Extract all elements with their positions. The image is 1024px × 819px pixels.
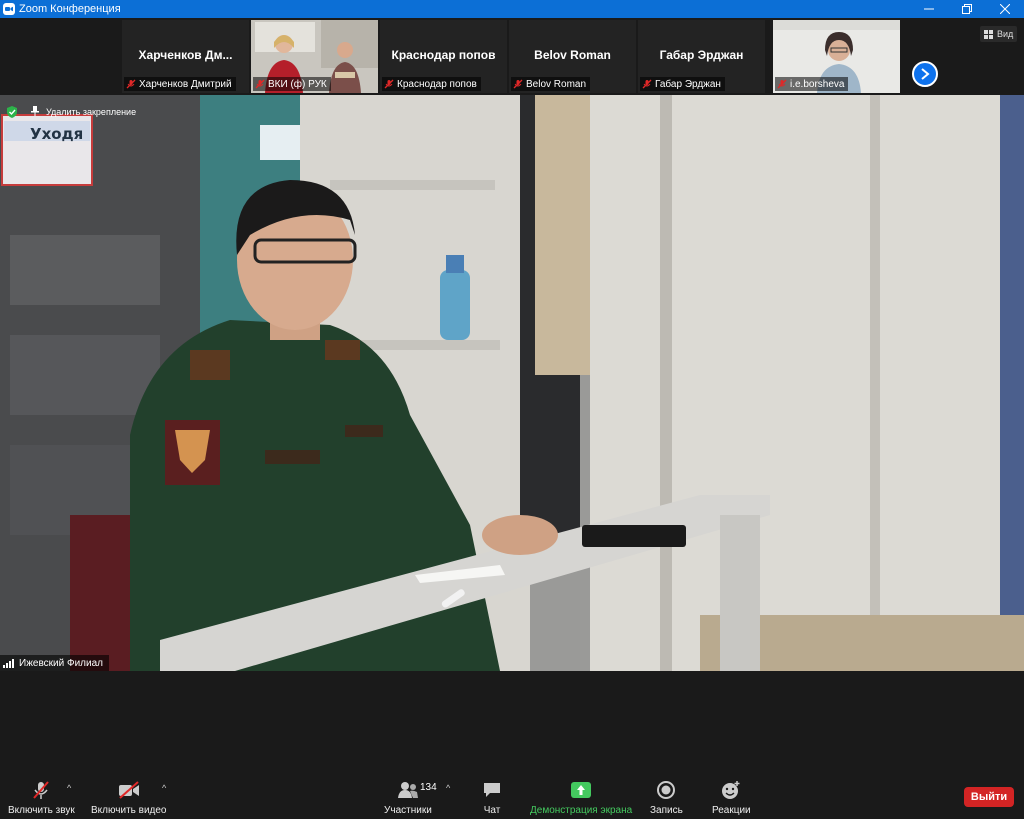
- restore-icon: [962, 4, 972, 14]
- participant-tile[interactable]: ВКИ (ф) РУК: [251, 20, 378, 93]
- audio-options-caret[interactable]: ^: [67, 783, 71, 793]
- speaker-name: Ижевский Филиал: [19, 657, 103, 669]
- participants-strip: Харченков Дм... Харченков Дмитрий ВКИ (ф…: [0, 18, 1024, 95]
- chevron-right-icon: [921, 68, 930, 80]
- record-button[interactable]: Запись: [650, 780, 683, 816]
- window-title-bar: Zoom Конференция: [0, 0, 1024, 18]
- participants-label: Участники: [384, 805, 432, 816]
- zoom-app-icon: [3, 3, 15, 15]
- participant-tile[interactable]: Краснодар попов Краснодар попов: [380, 20, 507, 93]
- muted-mic-icon: [384, 79, 394, 89]
- close-button[interactable]: [986, 0, 1024, 18]
- participant-big-name: Краснодар попов: [391, 48, 496, 62]
- reactions-label: Реакции: [712, 805, 751, 816]
- unpin-control[interactable]: Удалить закрепление: [4, 102, 136, 122]
- view-button[interactable]: Вид: [980, 26, 1018, 42]
- participant-tile[interactable]: Харченков Дм... Харченков Дмитрий: [122, 20, 249, 93]
- participant-label: Габар Эрджан: [655, 78, 721, 90]
- unmute-button[interactable]: Включить звук: [8, 780, 75, 816]
- restore-button[interactable]: [948, 0, 986, 18]
- chat-icon: [484, 783, 500, 797]
- participant-big-name: Belov Roman: [534, 48, 611, 62]
- shield-icon: [4, 104, 20, 120]
- share-screen-icon: [571, 782, 592, 798]
- close-icon: [1000, 4, 1010, 14]
- participants-icon: [397, 782, 418, 798]
- leave-meeting-button[interactable]: Выйти: [964, 787, 1014, 807]
- participant-tile[interactable]: Габар Эрджан Габар Эрджан: [638, 20, 765, 93]
- speaker-name-tag: Ижевский Филиал: [0, 655, 109, 671]
- muted-mic-icon: [126, 79, 136, 89]
- muted-mic-icon: [777, 79, 787, 89]
- participant-label: Краснодар попов: [397, 78, 477, 90]
- record-label: Запись: [650, 805, 683, 816]
- grid-view-icon: [984, 29, 993, 39]
- share-screen-button[interactable]: Демонстрация экрана: [530, 780, 632, 816]
- minimize-icon: [924, 8, 934, 10]
- view-button-label: Вид: [997, 29, 1014, 39]
- muted-mic-icon: [513, 79, 523, 89]
- sign-text: Уходя: [30, 125, 83, 143]
- chat-label: Чат: [483, 805, 501, 816]
- muted-mic-icon: [642, 79, 652, 89]
- pinned-video-feed: Уходя: [0, 95, 1024, 671]
- participant-label: ВКИ (ф) РУК: [268, 78, 327, 90]
- speaker-video-image: Уходя: [0, 95, 1024, 671]
- participant-big-name: Габар Эрджан: [659, 48, 744, 62]
- participant-tile[interactable]: Belov Roman Belov Roman: [509, 20, 636, 93]
- video-off-icon: [118, 781, 139, 799]
- participants-options-caret[interactable]: ^: [446, 783, 450, 793]
- start-video-button[interactable]: Включить видео: [91, 780, 167, 816]
- window-title: Zoom Конференция: [19, 3, 121, 15]
- participants-count: 134: [420, 782, 437, 793]
- leave-label: Выйти: [970, 791, 1008, 803]
- unpin-label: Удалить закрепление: [46, 107, 137, 117]
- participant-label: Belov Roman: [526, 78, 587, 90]
- record-icon: [657, 781, 676, 799]
- muted-mic-icon: [255, 79, 265, 89]
- reactions-button[interactable]: Реакции: [712, 780, 751, 816]
- meeting-toolbar: Включить звук ^ Включить видео ^ Участни…: [0, 770, 1024, 819]
- muted-mic-icon: [33, 781, 50, 799]
- minimize-button[interactable]: [910, 0, 948, 18]
- pin-icon: [30, 106, 40, 118]
- participant-label: Харченков Дмитрий: [139, 78, 232, 90]
- share-screen-label: Демонстрация экрана: [530, 805, 633, 816]
- reactions-icon: [722, 781, 740, 799]
- participant-big-name: Харченков Дм...: [138, 48, 233, 62]
- participant-tile[interactable]: i.e.borsheva: [773, 20, 900, 93]
- chat-button[interactable]: Чат: [482, 780, 502, 816]
- start-video-label: Включить видео: [91, 805, 167, 816]
- next-page-button[interactable]: [912, 61, 938, 87]
- signal-strength-icon: [3, 658, 15, 668]
- unmute-label: Включить звук: [8, 805, 75, 816]
- video-options-caret[interactable]: ^: [162, 783, 166, 793]
- participant-label: i.e.borsheva: [790, 78, 845, 90]
